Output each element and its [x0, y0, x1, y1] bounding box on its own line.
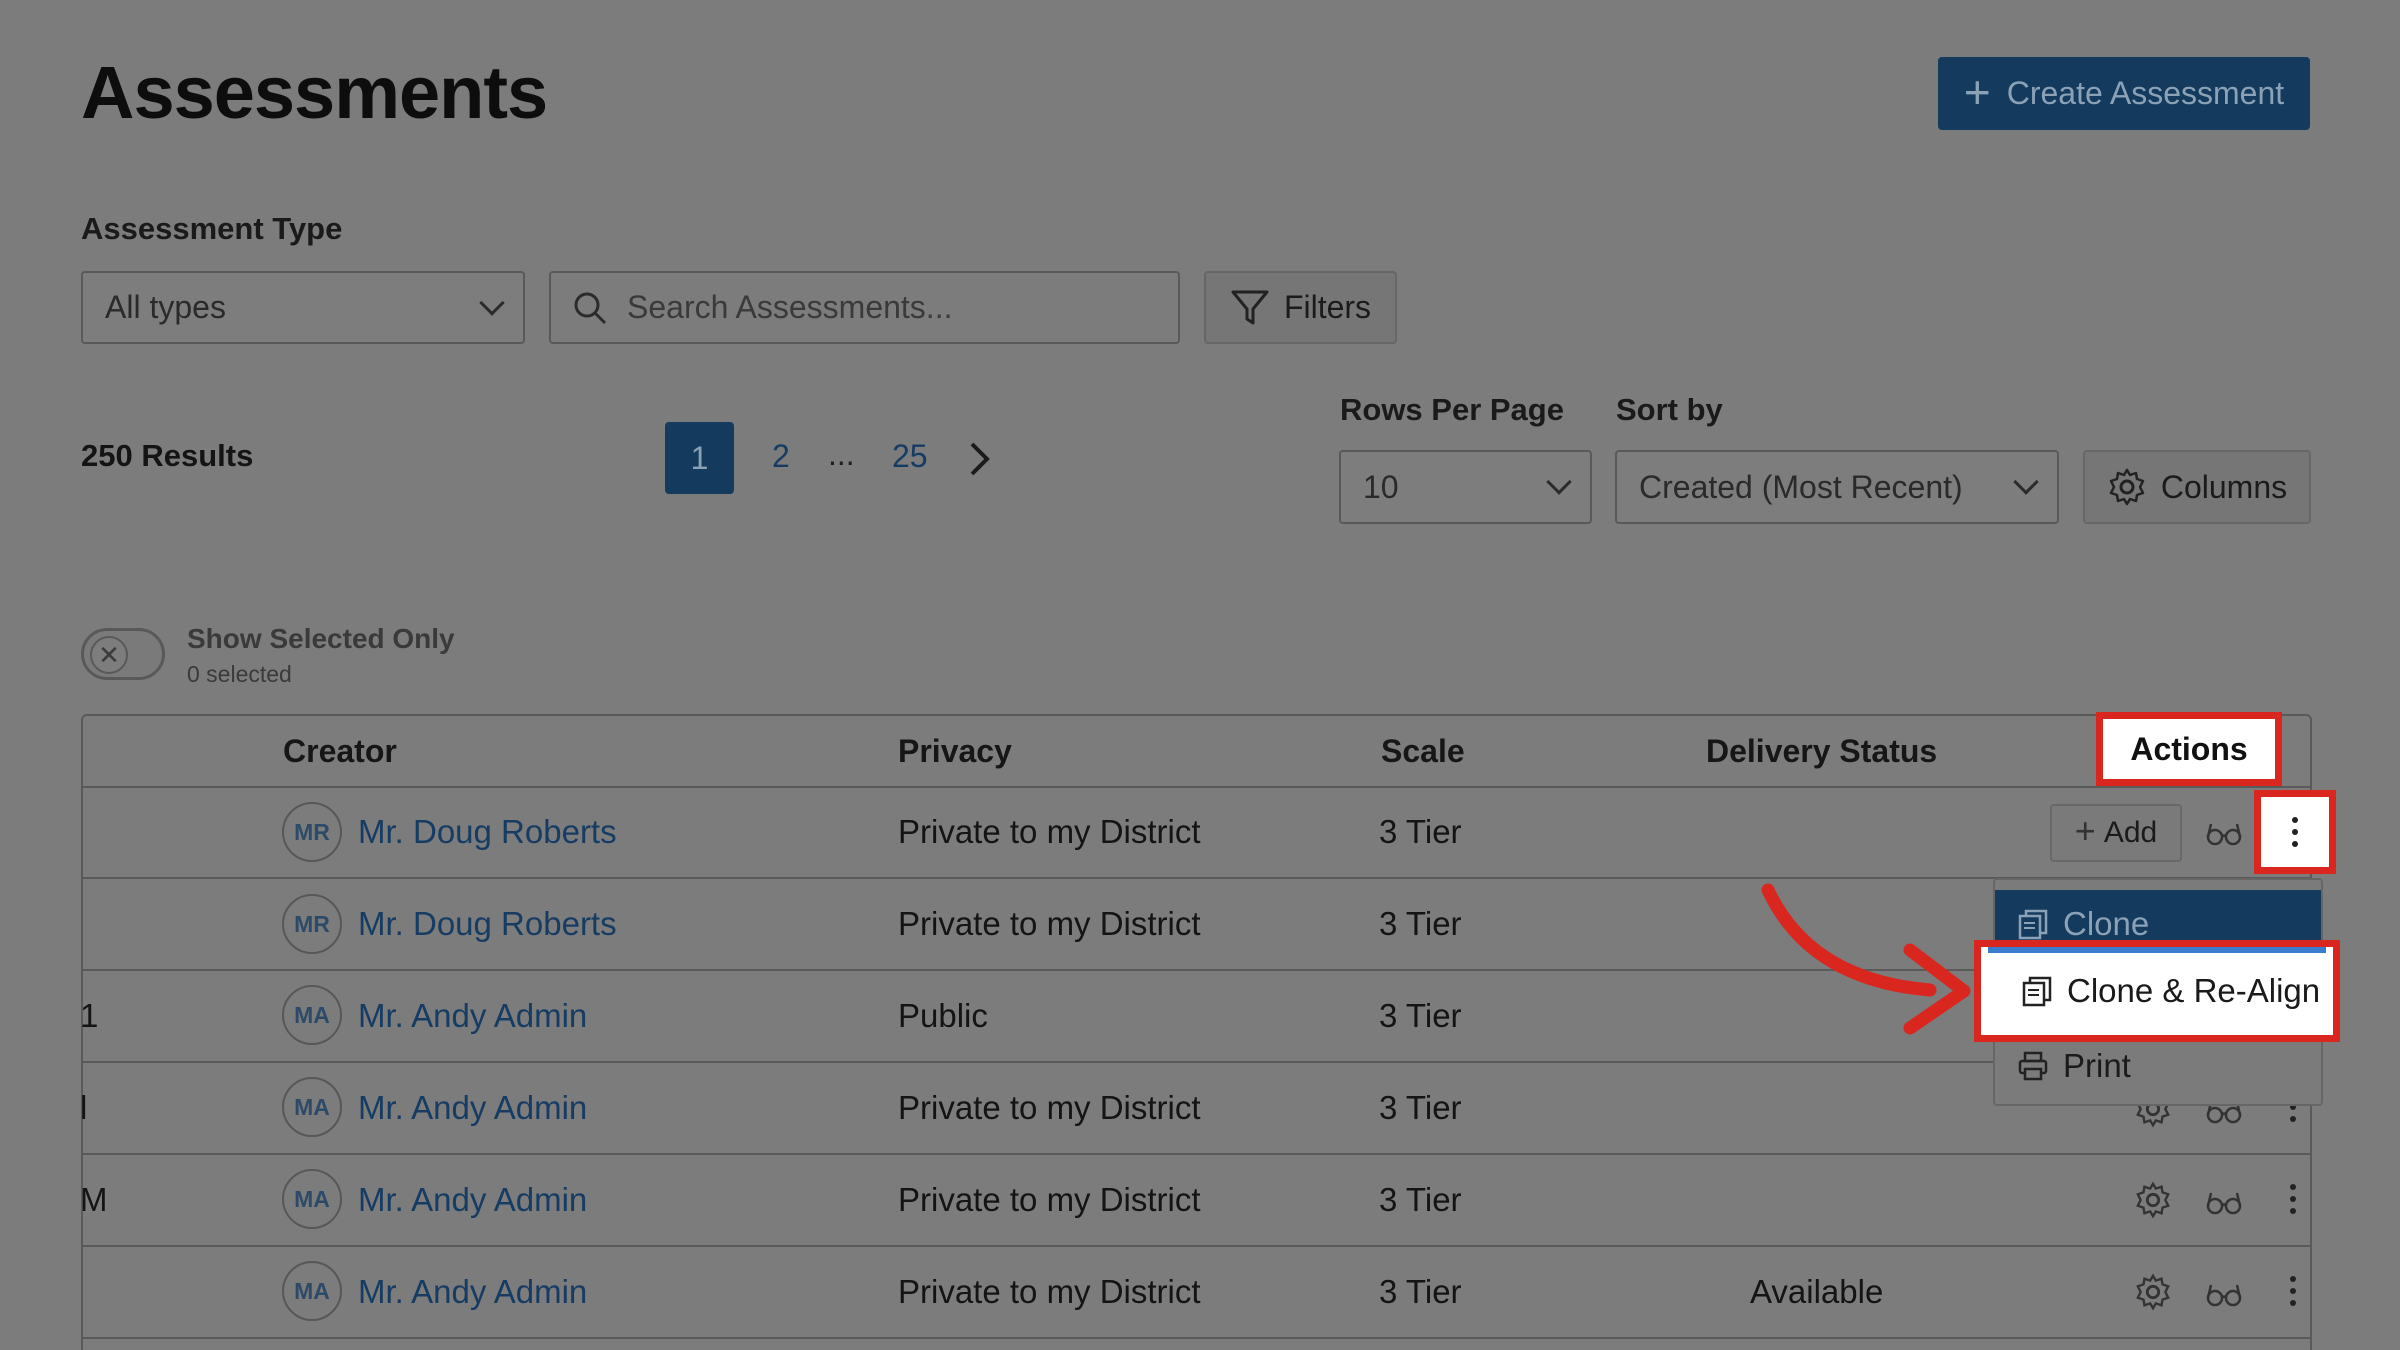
privacy-cell: Private to my District: [898, 1273, 1201, 1310]
privacy-cell: Private to my District: [898, 905, 1201, 942]
assessment-type-select[interactable]: All types: [81, 271, 525, 344]
gear-icon: [2109, 468, 2145, 506]
add-button[interactable]: + Add: [2050, 804, 2182, 862]
sort-by-value: Created (Most Recent): [1639, 468, 1963, 505]
column-header-privacy[interactable]: Privacy: [898, 733, 1012, 770]
avatar: MR: [282, 894, 342, 954]
more-actions-button[interactable]: [2290, 1276, 2296, 1306]
row-divider: [81, 1061, 2312, 1063]
printer-icon: [2018, 1051, 2048, 1081]
chevron-right-icon[interactable]: [968, 441, 992, 477]
glasses-icon[interactable]: [2206, 820, 2242, 846]
columns-label: Columns: [2160, 468, 2288, 505]
creator-link[interactable]: Mr. Andy Admin: [358, 1089, 587, 1127]
copy-icon: [2018, 909, 2048, 940]
row-divider: [81, 1337, 2312, 1339]
more-actions-button[interactable]: [2290, 1184, 2296, 1214]
creator-link[interactable]: Mr. Doug Roberts: [358, 905, 617, 943]
kebab-icon: [2292, 817, 2298, 847]
scale-cell: 3 Tier: [1379, 1089, 1462, 1126]
privacy-cell: Private to my District: [898, 1089, 1201, 1126]
rows-per-page-label: Rows Per Page: [1340, 392, 1564, 427]
truncated-cell: l: [80, 1089, 88, 1126]
avatar: MA: [282, 1077, 342, 1137]
page-1-button[interactable]: 1: [665, 422, 734, 494]
privacy-cell: Public: [898, 997, 988, 1034]
menu-item-clone-realign[interactable]: Clone & Re-Align: [1974, 940, 2340, 1042]
avatar: MA: [282, 1261, 342, 1321]
chevron-down-icon: [2013, 469, 2039, 495]
plus-icon: +: [1963, 65, 1991, 118]
creator-link[interactable]: Mr. Andy Admin: [358, 997, 587, 1035]
search-placeholder: Search Assessments...: [627, 289, 953, 325]
selected-count: 0 selected: [187, 661, 292, 687]
glasses-icon[interactable]: [2206, 1281, 2242, 1307]
copy-icon: [2022, 976, 2052, 1007]
filters-button[interactable]: Filters: [1204, 271, 1397, 344]
creator-link[interactable]: Mr. Andy Admin: [358, 1181, 587, 1219]
chevron-down-icon: [1546, 469, 1572, 495]
results-count: 250 Results: [81, 438, 254, 473]
chevron-down-icon: [479, 289, 505, 316]
truncated-cell: 1: [80, 997, 99, 1034]
delivery-status-cell: Available: [1750, 1273, 1884, 1310]
assessment-type-value: All types: [105, 289, 226, 325]
search-input[interactable]: Search Assessments...: [549, 271, 1180, 344]
row-divider: [81, 1245, 2312, 1247]
creator-link[interactable]: Mr. Andy Admin: [358, 1273, 587, 1311]
scale-cell: 3 Tier: [1379, 813, 1462, 850]
plus-icon: +: [2074, 810, 2096, 851]
funnel-icon: [1231, 290, 1269, 324]
row-divider: [81, 877, 2312, 879]
row-divider: [81, 1153, 2312, 1155]
menu-item-label: Print: [2063, 1047, 2131, 1084]
creator-link[interactable]: Mr. Doug Roberts: [358, 813, 617, 851]
page-2-button[interactable]: 2: [772, 438, 790, 475]
privacy-cell: Private to my District: [898, 813, 1201, 850]
page-25-button[interactable]: 25: [892, 438, 928, 475]
rows-per-page-value: 10: [1363, 468, 1399, 505]
create-assessment-label: Create Assessment: [2006, 75, 2285, 111]
filters-label: Filters: [1283, 289, 1372, 325]
close-icon: ✕: [90, 636, 128, 674]
sort-by-select[interactable]: Created (Most Recent): [1615, 450, 2059, 524]
more-actions-button[interactable]: [2254, 790, 2336, 874]
create-assessment-button[interactable]: + Create Assessment: [1938, 57, 2310, 130]
truncated-cell: M: [80, 1181, 108, 1218]
scale-cell: 3 Tier: [1379, 905, 1462, 942]
actions-label: Actions: [2130, 730, 2248, 767]
avatar: MA: [282, 1169, 342, 1229]
glasses-icon[interactable]: [2206, 1189, 2242, 1215]
menu-item-print[interactable]: Print: [1995, 1032, 2321, 1100]
show-selected-toggle[interactable]: ✕: [81, 628, 165, 680]
avatar: MA: [282, 985, 342, 1045]
gear-icon[interactable]: [2134, 1181, 2172, 1219]
sort-by-label: Sort by: [1616, 392, 1723, 427]
scale-cell: 3 Tier: [1379, 1181, 1462, 1218]
page-title: Assessments: [81, 51, 548, 134]
scale-cell: 3 Tier: [1379, 997, 1462, 1034]
menu-item-label: Clone & Re-Align: [2067, 972, 2321, 1009]
gear-icon[interactable]: [2134, 1273, 2172, 1311]
avatar: MR: [282, 802, 342, 862]
pagination-ellipsis: ...: [828, 436, 855, 472]
privacy-cell: Private to my District: [898, 1181, 1201, 1218]
add-label: Add: [2103, 816, 2158, 849]
show-selected-label: Show Selected Only: [187, 623, 455, 654]
rows-per-page-select[interactable]: 10: [1339, 450, 1592, 524]
column-header-actions: Actions: [2096, 712, 2282, 786]
column-header-delivery-status[interactable]: Delivery Status: [1706, 733, 1937, 770]
scale-cell: 3 Tier: [1379, 1273, 1462, 1310]
menu-item-label: Clone: [2063, 905, 2150, 942]
column-header-creator[interactable]: Creator: [283, 733, 397, 770]
column-header-scale[interactable]: Scale: [1381, 733, 1465, 770]
assessment-type-label: Assessment Type: [81, 211, 343, 246]
search-icon: [574, 292, 607, 324]
annotation-arrow-icon: [1761, 883, 1971, 1035]
row-divider: [81, 786, 2312, 788]
columns-button[interactable]: Columns: [2083, 450, 2311, 524]
